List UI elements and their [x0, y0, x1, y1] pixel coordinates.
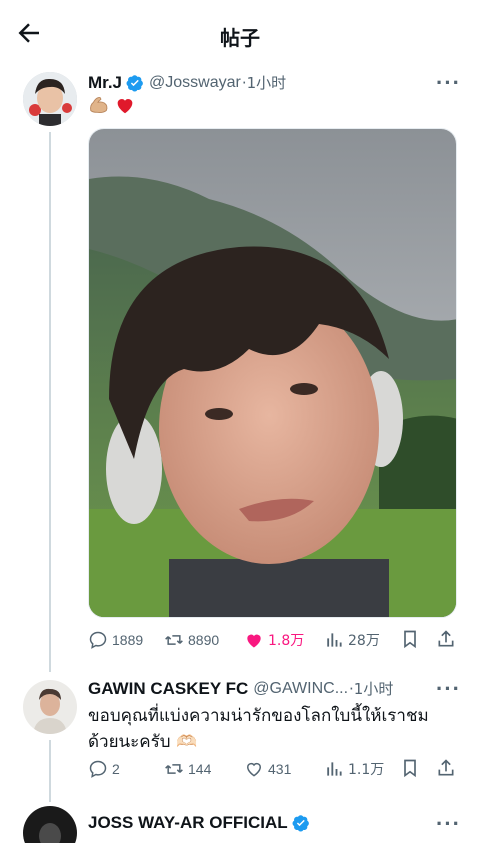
reply-author-avatar[interactable]	[23, 680, 77, 734]
reply-author-handle[interactable]: @GAWINC...	[253, 680, 348, 698]
reply-icon	[89, 631, 107, 649]
bookmark-icon[interactable]	[400, 628, 420, 650]
reply-button[interactable]: 1889	[88, 630, 143, 650]
views-bar-chart-icon	[327, 633, 342, 647]
repost-icon	[165, 635, 183, 645]
next-post-header: JOSS WAY-AR OFFICIAL	[88, 813, 310, 833]
reply-like-count: 431	[268, 761, 292, 777]
reply-more-options-icon[interactable]: ···	[436, 678, 461, 700]
share-icon[interactable]	[436, 628, 456, 650]
reply-repost-button[interactable]: 144	[164, 759, 211, 779]
top-bar: 帖子	[0, 0, 480, 64]
reply-reply-count: 2	[112, 761, 120, 777]
views-count: 28万	[348, 633, 380, 649]
flexed-biceps-icon	[90, 96, 108, 114]
post-header: Mr.J @Josswayar ·1小时	[88, 72, 286, 93]
verified-badge-icon	[292, 815, 309, 832]
reply-repost-count: 144	[188, 761, 212, 777]
thread-line	[49, 132, 51, 672]
reply-share-icon[interactable]	[436, 757, 456, 779]
post-time: ·1小时	[241, 74, 287, 92]
next-more-options-icon[interactable]: ···	[436, 813, 461, 835]
repost-icon	[165, 764, 183, 774]
reply-icon	[89, 760, 107, 778]
like-count: 1.8万	[268, 633, 305, 649]
repost-count: 8890	[188, 632, 220, 648]
reply-author-name[interactable]: GAWIN CASKEY FC	[88, 679, 248, 699]
heart-filled-icon	[247, 634, 261, 648]
more-options-icon[interactable]: ···	[436, 72, 461, 94]
author-name[interactable]: Mr.J	[88, 73, 122, 93]
heart-outline-icon	[246, 762, 262, 777]
post-actions: 1889 8890 1.8万 28万	[88, 628, 458, 652]
verified-badge-icon	[126, 74, 143, 92]
author-handle[interactable]: @Josswayar	[149, 74, 241, 92]
red-heart-icon	[117, 99, 133, 114]
reply-views-count: 1.1万	[348, 762, 385, 778]
reply-text: ขอบคุณที่แบ่งความน่ารักของโลกใบนี้ให้เรา…	[88, 706, 429, 752]
next-author-name[interactable]: JOSS WAY-AR OFFICIAL	[88, 813, 288, 833]
reply-bookmark-icon[interactable]	[400, 757, 420, 779]
like-button[interactable]: 1.8万	[244, 630, 304, 650]
views-button[interactable]: 28万	[324, 630, 380, 650]
reply-like-button[interactable]: 431	[244, 759, 291, 779]
post-text	[88, 94, 136, 116]
author-avatar[interactable]	[23, 72, 77, 126]
thread-line-2	[49, 740, 51, 802]
reply-views-button[interactable]: 1.1万	[324, 759, 384, 779]
repost-button[interactable]: 8890	[164, 630, 219, 650]
reply-actions: 2 144 431 1.1万	[88, 757, 458, 781]
reply-time: ·1小时	[349, 680, 394, 698]
post-video[interactable]	[88, 128, 457, 618]
reply-header: GAWIN CASKEY FC @GAWINC... ·1小时	[88, 678, 393, 699]
next-author-avatar[interactable]	[23, 806, 77, 843]
reply-reply-button[interactable]: 2	[88, 759, 120, 779]
page-title: 帖子	[220, 26, 260, 50]
views-bar-chart-icon	[327, 762, 342, 776]
reply-count: 1889	[112, 632, 144, 648]
